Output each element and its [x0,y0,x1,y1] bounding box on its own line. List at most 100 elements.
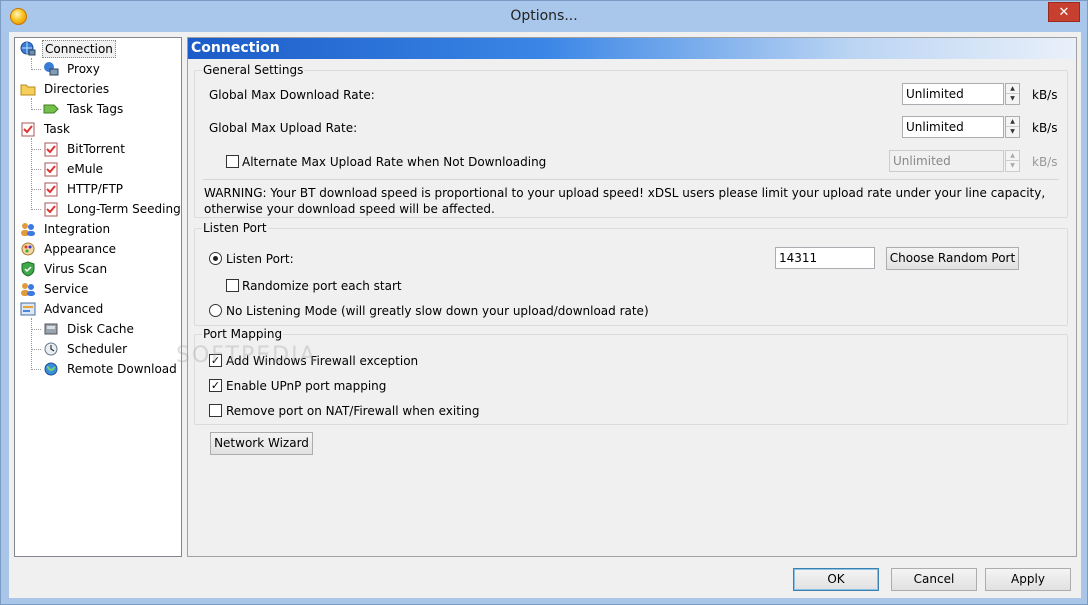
scheduler-icon [43,341,59,357]
remove-port-label: Remove port on NAT/Firewall when exiting [226,404,480,418]
tree-label: Long-Term Seeding [67,202,181,216]
advanced-icon [20,301,36,317]
download-unit: kB/s [1032,88,1058,102]
tree-label: Proxy [67,62,100,76]
shield-icon [20,261,36,277]
tree-item-disk-cache[interactable]: Disk Cache [43,319,136,339]
tree-label: Integration [44,222,111,236]
tree-item-scheduler[interactable]: Scheduler [43,339,129,359]
tree-label: Appearance [44,242,117,256]
randomize-port-checkbox[interactable] [226,279,239,292]
upload-unit: kB/s [1032,121,1058,135]
cancel-button[interactable]: Cancel [891,568,977,591]
separator [203,179,1059,180]
download-rate-label: Global Max Download Rate: [209,88,375,102]
network-wizard-button[interactable]: Network Wizard [210,432,313,455]
tree-label: Directories [44,82,110,96]
listen-port-label: Listen Port: [226,252,294,266]
alt-upload-unit: kB/s [1032,155,1058,169]
connection-panel: Connection General Settings Global Max D… [176,37,1077,557]
tree-item-directories[interactable]: Directories [20,79,111,99]
group-title: Listen Port [202,221,268,235]
alt-upload-checkbox[interactable] [226,155,239,168]
apply-button[interactable]: Apply [985,568,1071,591]
upload-rate-label: Global Max Upload Rate: [209,121,358,135]
download-rate-spinner[interactable]: ▲ ▼ [1005,83,1020,105]
spin-up-icon[interactable]: ▲ [1006,84,1019,94]
task-clipboard-icon [43,141,59,157]
listen-port-group: Listen Port Listen Port: 14311 Choose Ra… [194,221,1068,326]
bandwidth-warning: WARNING: Your BT download speed is propo… [204,186,1046,216]
tree-label: Scheduler [67,342,128,356]
tree-item-connection[interactable]: Connection [20,39,116,59]
tree-item-task-tags[interactable]: Task Tags [43,99,125,119]
disk-icon [43,321,59,337]
alt-upload-spinner: ▲ ▼ [1005,150,1020,172]
task-clipboard-icon [43,181,59,197]
remove-port-checkbox[interactable] [209,404,222,417]
spin-up-icon[interactable]: ▲ [1006,117,1019,127]
group-title: General Settings [202,63,305,77]
proxy-network-icon [43,61,59,77]
globe-icon [43,361,59,377]
options-window: Options... ✕ Connection Proxy Directorie… [0,0,1088,605]
randomize-port-label: Randomize port each start [242,279,402,293]
tree-item-emule[interactable]: eMule [43,159,105,179]
tree-label: eMule [67,162,104,176]
tree-item-virus-scan[interactable]: Virus Scan [20,259,109,279]
tree-item-task[interactable]: Task [20,119,72,139]
tree-item-integration[interactable]: Integration [20,219,112,239]
tree-item-appearance[interactable]: Appearance [20,239,118,259]
ok-button[interactable]: OK [793,568,879,591]
port-mapping-group: Port Mapping ✓ Add Windows Firewall exce… [194,327,1068,425]
watermark: SOFTPEDIA [176,343,317,368]
globe-network-icon [20,41,36,57]
options-tree[interactable]: Connection Proxy Directories Task Tags T… [14,37,182,557]
choose-random-port-button[interactable]: Choose Random Port [886,247,1019,270]
upload-rate-spinner[interactable]: ▲ ▼ [1005,116,1020,138]
tree-label: Task [44,122,70,136]
tree-label: Advanced [44,302,104,316]
tree-item-advanced[interactable]: Advanced [20,299,105,319]
upnp-mapping-label: Enable UPnP port mapping [226,379,387,393]
dialog-client-area: Connection Proxy Directories Task Tags T… [9,32,1081,598]
panel-header: Connection [188,38,1076,59]
users-icon [20,221,36,237]
spin-down-icon: ▼ [1010,162,1015,169]
general-settings-group: General Settings Global Max Download Rat… [194,63,1068,218]
close-button[interactable]: ✕ [1048,2,1080,22]
tree-label: Connection [42,40,116,58]
alt-upload-label: Alternate Max Upload Rate when Not Downl… [242,155,547,169]
tree-item-service[interactable]: Service [20,279,90,299]
tree-label: Virus Scan [44,262,108,276]
no-listening-radio[interactable] [209,304,222,317]
task-clipboard-icon [43,201,59,217]
upload-rate-field[interactable]: Unlimited [902,116,1004,138]
listen-port-field[interactable]: 14311 [775,247,875,269]
palette-icon [20,241,36,257]
folder-icon [20,81,36,97]
tree-label: Service [44,282,89,296]
tag-icon [43,101,59,117]
tree-item-proxy[interactable]: Proxy [43,59,102,79]
tree-item-bittorrent[interactable]: BitTorrent [43,139,127,159]
tree-label: Remote Download [67,362,177,376]
tree-item-remote-download[interactable]: Remote Download [43,359,179,379]
spin-down-icon[interactable]: ▼ [1006,127,1019,137]
upnp-mapping-checkbox[interactable]: ✓ [209,379,222,392]
alt-upload-field: Unlimited [889,150,1004,172]
download-rate-field[interactable]: Unlimited [902,83,1004,105]
window-title: Options... [510,8,578,24]
users-icon [20,281,36,297]
title-bar[interactable]: Options... ✕ [1,1,1087,32]
tree-item-long-term-seeding[interactable]: Long-Term Seeding [43,199,183,219]
tree-item-http-ftp[interactable]: HTTP/FTP [43,179,125,199]
listen-port-radio[interactable] [209,252,222,265]
tree-label: Task Tags [67,102,124,116]
spin-up-icon: ▲ [1006,151,1019,161]
group-title: Port Mapping [202,327,284,341]
no-listening-label: No Listening Mode (will greatly slow dow… [226,304,649,318]
task-clipboard-icon [20,121,36,137]
task-clipboard-icon [43,161,59,177]
spin-down-icon[interactable]: ▼ [1006,94,1019,104]
